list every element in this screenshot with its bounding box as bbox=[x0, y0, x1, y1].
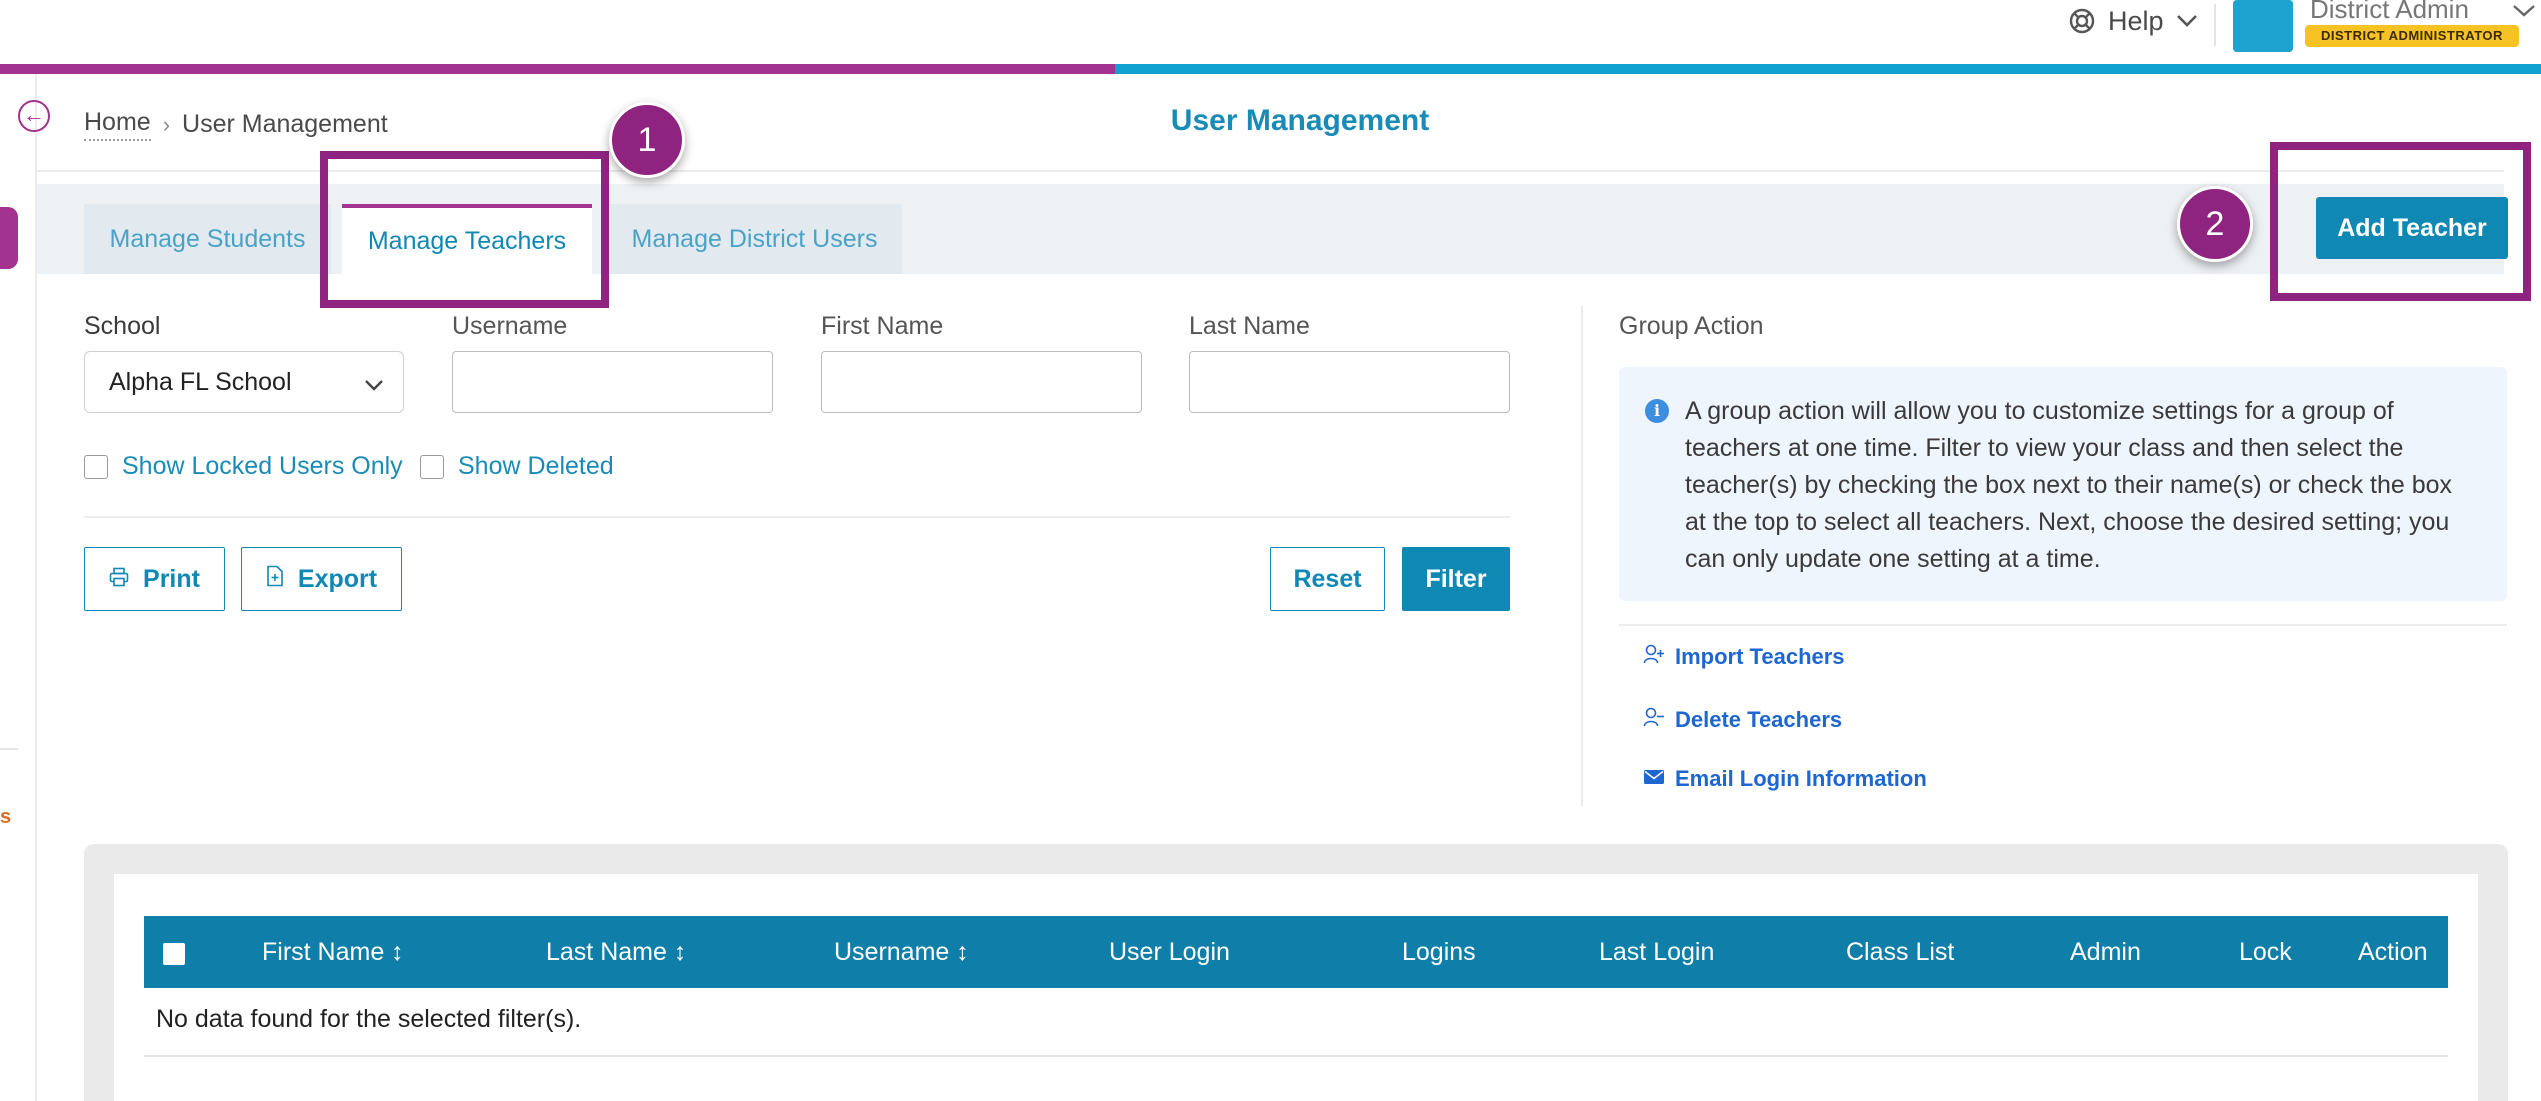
user-menu-chevron-icon[interactable] bbox=[2512, 4, 2536, 23]
sidebar-active-indicator[interactable] bbox=[0, 207, 18, 269]
highlight-box-teachers-tab bbox=[320, 151, 609, 308]
envelope-icon bbox=[1643, 766, 1665, 792]
table-header-row: First Name ↕ Last Name ↕ Username ↕ User… bbox=[144, 916, 2448, 988]
export-label: Export bbox=[297, 564, 378, 593]
column-admin: Admin bbox=[2070, 938, 2141, 966]
show-deleted-option[interactable]: Show Deleted bbox=[420, 452, 614, 481]
header-divider bbox=[2214, 4, 2216, 46]
sidebar-partial-icon[interactable]: s bbox=[0, 806, 11, 829]
filter-button[interactable]: Filter bbox=[1402, 547, 1510, 611]
export-button[interactable]: Export bbox=[241, 547, 402, 611]
help-label: Help bbox=[2108, 5, 2164, 36]
column-lock: Lock bbox=[2239, 938, 2292, 966]
username-input[interactable] bbox=[452, 351, 773, 413]
school-select[interactable]: Alpha FL School bbox=[84, 351, 404, 413]
role-badge: DISTRICT ADMINISTRATOR bbox=[2305, 25, 2519, 47]
column-username[interactable]: Username ↕ bbox=[834, 916, 969, 988]
step-2-marker: 2 bbox=[2177, 186, 2253, 262]
username-label: Username bbox=[452, 312, 568, 340]
step-1-marker: 1 bbox=[609, 102, 685, 178]
delete-teachers-link[interactable]: Delete Teachers bbox=[1643, 706, 1842, 734]
page-title: User Management bbox=[1170, 104, 1430, 137]
group-action-label: Group Action bbox=[1619, 312, 1764, 340]
email-login-info-label[interactable]: Email Login Information bbox=[1675, 766, 1927, 792]
lifebuoy-icon bbox=[2068, 7, 2096, 35]
reset-button[interactable]: Reset bbox=[1270, 547, 1385, 611]
chevron-down-icon bbox=[363, 370, 385, 399]
email-login-info-link[interactable]: Email Login Information bbox=[1643, 766, 1927, 792]
top-header: Help District Admin DISTRICT ADMINISTRAT… bbox=[0, 0, 2541, 64]
printer-icon bbox=[109, 565, 129, 594]
select-all-checkbox[interactable] bbox=[163, 943, 185, 965]
print-button[interactable]: Print bbox=[84, 547, 225, 611]
show-locked-checkbox[interactable] bbox=[84, 454, 108, 479]
show-deleted-label[interactable]: Show Deleted bbox=[458, 452, 614, 481]
section-divider bbox=[1581, 306, 1583, 806]
sidebar-divider bbox=[0, 748, 18, 750]
show-locked-option[interactable]: Show Locked Users Only bbox=[84, 452, 403, 481]
user-minus-icon bbox=[1643, 706, 1665, 734]
info-icon: i bbox=[1645, 399, 1669, 423]
group-action-divider bbox=[1619, 624, 2507, 626]
group-action-info-box: i A group action will allow you to custo… bbox=[1619, 367, 2507, 601]
file-export-icon bbox=[266, 565, 284, 594]
delete-teachers-label[interactable]: Delete Teachers bbox=[1675, 707, 1842, 733]
school-select-value: Alpha FL School bbox=[109, 367, 292, 396]
user-name[interactable]: District Admin bbox=[2310, 0, 2469, 25]
progress-bar bbox=[0, 64, 2541, 74]
import-teachers-label[interactable]: Import Teachers bbox=[1675, 644, 1845, 670]
show-locked-label[interactable]: Show Locked Users Only bbox=[122, 452, 403, 481]
user-plus-icon bbox=[1643, 643, 1665, 671]
last-name-input[interactable] bbox=[1189, 351, 1510, 413]
group-action-info-text: A group action will allow you to customi… bbox=[1685, 397, 2453, 573]
filter-divider bbox=[84, 516, 1510, 518]
import-teachers-link[interactable]: Import Teachers bbox=[1643, 643, 1845, 671]
column-class-list: Class List bbox=[1846, 938, 1955, 966]
help-menu[interactable]: Help bbox=[2068, 4, 2198, 38]
table-empty-message: No data found for the selected filter(s)… bbox=[156, 1005, 582, 1033]
print-label: Print bbox=[143, 564, 200, 593]
last-name-label: Last Name bbox=[1189, 312, 1310, 340]
chevron-down-icon bbox=[2176, 14, 2198, 28]
column-logins: Logins bbox=[1402, 938, 1476, 966]
online-status-dot bbox=[2233, 0, 2293, 52]
first-name-input[interactable] bbox=[821, 351, 1142, 413]
tab-manage-district-users[interactable]: Manage District Users bbox=[607, 204, 902, 274]
add-teacher-button[interactable]: Add Teacher bbox=[2316, 197, 2508, 259]
first-name-label: First Name bbox=[821, 312, 944, 340]
column-last-login: Last Login bbox=[1599, 938, 1715, 966]
school-label: School bbox=[84, 312, 161, 340]
column-action: Action bbox=[2358, 938, 2428, 966]
column-last-name[interactable]: Last Name ↕ bbox=[546, 916, 686, 988]
show-deleted-checkbox[interactable] bbox=[420, 454, 444, 479]
column-first-name[interactable]: First Name ↕ bbox=[262, 916, 404, 988]
tab-manage-students[interactable]: Manage Students bbox=[84, 204, 331, 274]
column-user-login: User Login bbox=[1109, 938, 1230, 966]
progress-fill bbox=[0, 64, 1116, 74]
table-row-divider bbox=[144, 1055, 2448, 1057]
